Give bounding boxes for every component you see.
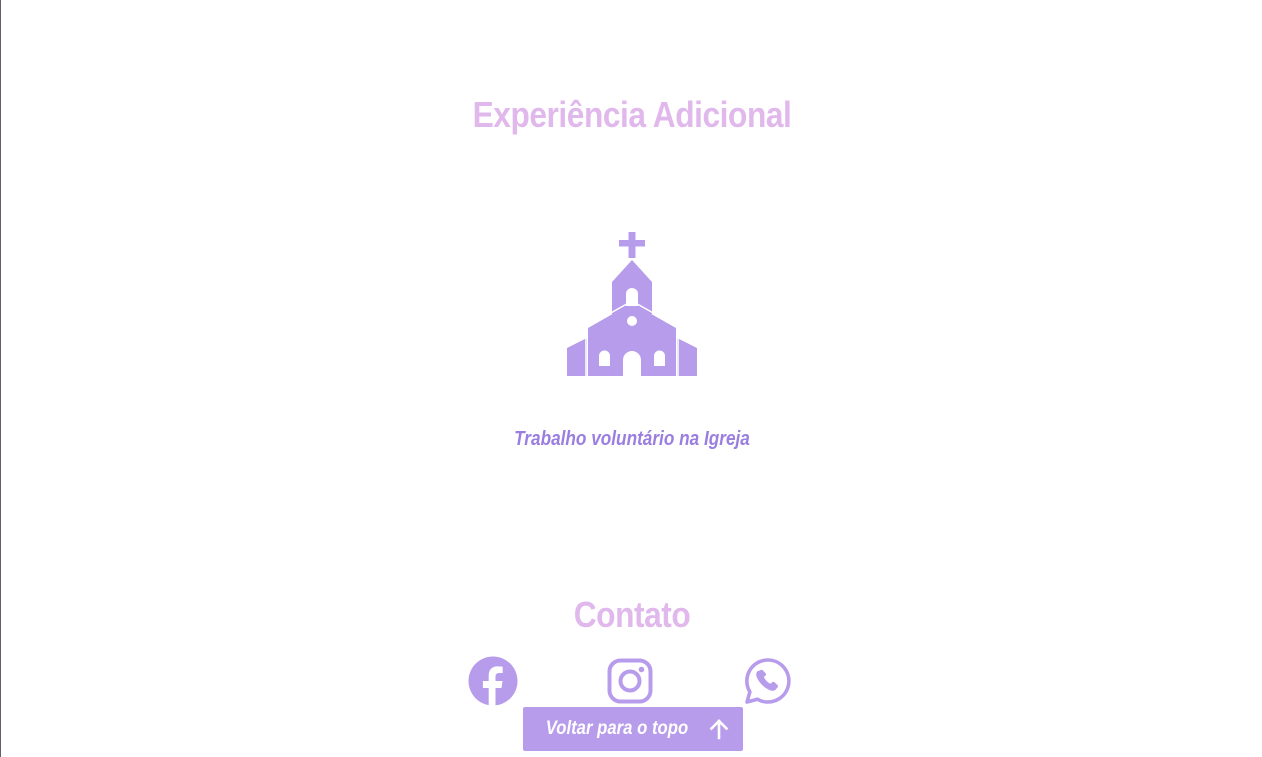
social-links bbox=[1, 656, 1262, 706]
facebook-icon bbox=[468, 656, 518, 706]
whatsapp-link[interactable] bbox=[743, 656, 793, 706]
back-to-top-button[interactable]: Voltar para o topo bbox=[523, 707, 743, 751]
whatsapp-icon bbox=[745, 658, 791, 704]
instagram-link[interactable] bbox=[605, 656, 655, 706]
arrow-up-icon bbox=[709, 719, 729, 740]
page: Experiência Adicional Trabalho voluntári… bbox=[0, 0, 1262, 757]
facebook-link[interactable] bbox=[468, 656, 518, 706]
experience-section-title: Experiência Adicional bbox=[472, 94, 792, 135]
contact-section-title: Contato bbox=[573, 594, 691, 635]
experience-item-label: Trabalho voluntário na Igreja bbox=[514, 428, 750, 450]
back-to-top-label: Voltar para o topo bbox=[545, 718, 689, 739]
church-icon bbox=[567, 232, 697, 376]
instagram-icon bbox=[607, 658, 653, 704]
